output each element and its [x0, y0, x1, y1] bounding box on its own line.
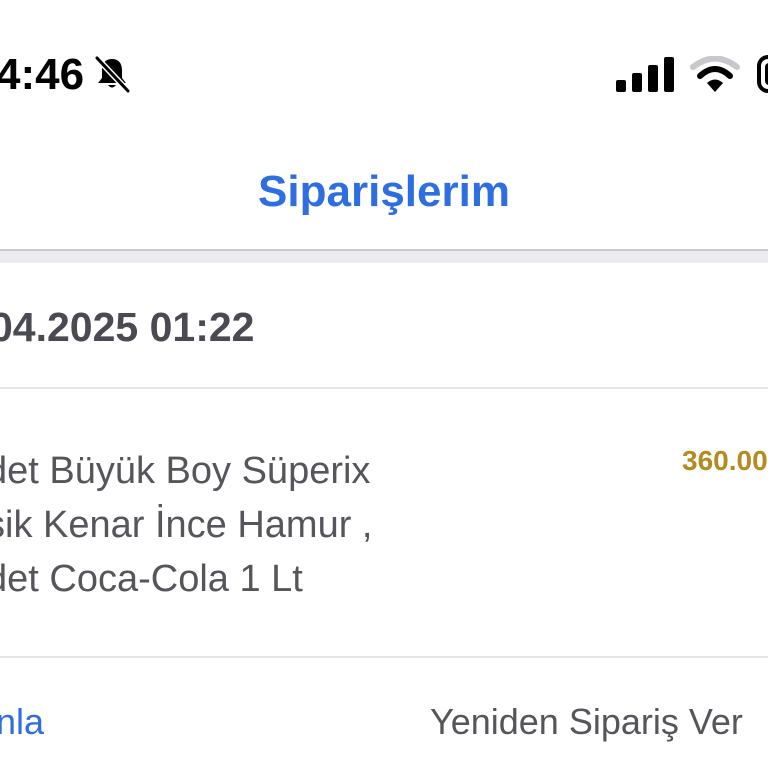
divider — [0, 656, 768, 658]
reorder-button[interactable]: Yeniden Sipariş Ver — [430, 700, 743, 744]
divider — [0, 387, 768, 389]
battery-icon — [757, 55, 768, 93]
rate-order-button[interactable]: nla — [0, 700, 44, 744]
status-time: 4:46 — [0, 50, 85, 99]
page-title: Siparişlerim — [258, 167, 510, 216]
wifi-icon — [690, 56, 740, 92]
order-item-line: det Coca-Cola 1 Lt — [0, 558, 303, 600]
section-separator — [0, 251, 768, 263]
order-item-line: det Büyük Boy Süperix — [0, 450, 371, 492]
order-item-line: sik Kenar İnce Hamur , — [0, 504, 373, 546]
order-price: 360.00 — [682, 445, 768, 476]
order-items: det Büyük Boy Süperix sik Kenar İnce Ham… — [0, 444, 506, 606]
order-date: 04.2025 01:22 — [0, 304, 255, 350]
bell-slash-icon — [94, 55, 131, 94]
orders-screen: 4:46 Siparişlerim 04.2025 01:22 det Büyü… — [0, 0, 768, 768]
signal-icon — [616, 57, 674, 92]
